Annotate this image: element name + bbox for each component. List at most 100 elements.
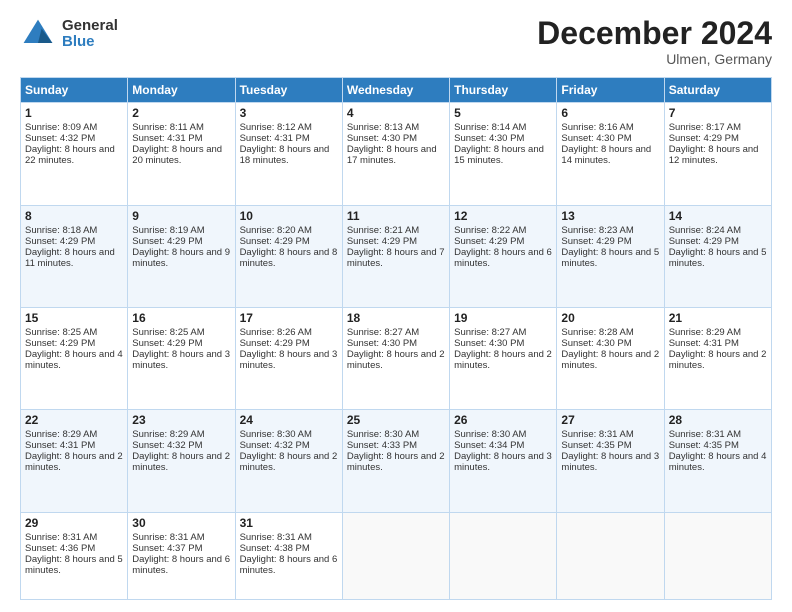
sunrise-label: Sunrise: 8:31 AM — [561, 429, 633, 440]
daylight-label: Daylight: 8 hours and 2 minutes. — [347, 349, 445, 371]
calendar-cell: 16Sunrise: 8:25 AMSunset: 4:29 PMDayligh… — [128, 307, 235, 409]
daylight-label: Daylight: 8 hours and 3 minutes. — [132, 349, 230, 371]
calendar-cell: 26Sunrise: 8:30 AMSunset: 4:34 PMDayligh… — [450, 410, 557, 512]
day-number: 7 — [669, 106, 767, 120]
day-number: 11 — [347, 209, 445, 223]
day-number: 3 — [240, 106, 338, 120]
daylight-label: Daylight: 8 hours and 2 minutes. — [669, 349, 767, 371]
day-header-monday: Monday — [128, 78, 235, 103]
day-number: 22 — [25, 413, 123, 427]
day-number: 17 — [240, 311, 338, 325]
calendar-cell: 2Sunrise: 8:11 AMSunset: 4:31 PMDaylight… — [128, 103, 235, 205]
calendar-cell: 17Sunrise: 8:26 AMSunset: 4:29 PMDayligh… — [235, 307, 342, 409]
sunrise-label: Sunrise: 8:18 AM — [25, 225, 97, 236]
logo-icon — [20, 16, 56, 52]
day-header-friday: Friday — [557, 78, 664, 103]
calendar-cell: 3Sunrise: 8:12 AMSunset: 4:31 PMDaylight… — [235, 103, 342, 205]
sunrise-label: Sunrise: 8:24 AM — [669, 225, 741, 236]
day-number: 12 — [454, 209, 552, 223]
sunrise-label: Sunrise: 8:29 AM — [669, 327, 741, 338]
sunrise-label: Sunrise: 8:28 AM — [561, 327, 633, 338]
sunrise-label: Sunrise: 8:23 AM — [561, 225, 633, 236]
calendar-cell: 23Sunrise: 8:29 AMSunset: 4:32 PMDayligh… — [128, 410, 235, 512]
logo-general: General — [62, 18, 118, 35]
calendar-cell: 24Sunrise: 8:30 AMSunset: 4:32 PMDayligh… — [235, 410, 342, 512]
sunset-label: Sunset: 4:38 PM — [240, 543, 310, 554]
day-number: 13 — [561, 209, 659, 223]
sunset-label: Sunset: 4:30 PM — [347, 338, 417, 349]
sunrise-label: Sunrise: 8:29 AM — [25, 429, 97, 440]
calendar-cell: 28Sunrise: 8:31 AMSunset: 4:35 PMDayligh… — [664, 410, 771, 512]
day-number: 9 — [132, 209, 230, 223]
sunset-label: Sunset: 4:29 PM — [561, 236, 631, 247]
sunrise-label: Sunrise: 8:27 AM — [454, 327, 526, 338]
sunset-label: Sunset: 4:31 PM — [240, 133, 310, 144]
sunset-label: Sunset: 4:29 PM — [669, 133, 739, 144]
calendar-cell: 12Sunrise: 8:22 AMSunset: 4:29 PMDayligh… — [450, 205, 557, 307]
daylight-label: Daylight: 8 hours and 2 minutes. — [25, 451, 123, 473]
calendar-cell: 27Sunrise: 8:31 AMSunset: 4:35 PMDayligh… — [557, 410, 664, 512]
sunrise-label: Sunrise: 8:14 AM — [454, 122, 526, 133]
day-number: 18 — [347, 311, 445, 325]
day-number: 25 — [347, 413, 445, 427]
calendar-week-4: 22Sunrise: 8:29 AMSunset: 4:31 PMDayligh… — [21, 410, 772, 512]
page-header: General Blue December 2024 Ulmen, German… — [20, 16, 772, 67]
sunset-label: Sunset: 4:35 PM — [561, 440, 631, 451]
sunrise-label: Sunrise: 8:26 AM — [240, 327, 312, 338]
day-number: 21 — [669, 311, 767, 325]
daylight-label: Daylight: 8 hours and 2 minutes. — [132, 451, 230, 473]
calendar-week-1: 1Sunrise: 8:09 AMSunset: 4:32 PMDaylight… — [21, 103, 772, 205]
sunrise-label: Sunrise: 8:27 AM — [347, 327, 419, 338]
day-number: 19 — [454, 311, 552, 325]
month-title: December 2024 — [537, 16, 772, 51]
daylight-label: Daylight: 8 hours and 6 minutes. — [132, 554, 230, 576]
sunrise-label: Sunrise: 8:25 AM — [25, 327, 97, 338]
sunset-label: Sunset: 4:31 PM — [669, 338, 739, 349]
calendar-cell: 10Sunrise: 8:20 AMSunset: 4:29 PMDayligh… — [235, 205, 342, 307]
sunrise-label: Sunrise: 8:22 AM — [454, 225, 526, 236]
daylight-label: Daylight: 8 hours and 2 minutes. — [454, 349, 552, 371]
calendar-cell: 30Sunrise: 8:31 AMSunset: 4:37 PMDayligh… — [128, 512, 235, 599]
day-number: 27 — [561, 413, 659, 427]
calendar-cell: 14Sunrise: 8:24 AMSunset: 4:29 PMDayligh… — [664, 205, 771, 307]
daylight-label: Daylight: 8 hours and 14 minutes. — [561, 144, 651, 166]
daylight-label: Daylight: 8 hours and 5 minutes. — [25, 554, 123, 576]
daylight-label: Daylight: 8 hours and 5 minutes. — [669, 247, 767, 269]
sunrise-label: Sunrise: 8:13 AM — [347, 122, 419, 133]
sunset-label: Sunset: 4:29 PM — [347, 236, 417, 247]
sunset-label: Sunset: 4:29 PM — [240, 338, 310, 349]
sunrise-label: Sunrise: 8:19 AM — [132, 225, 204, 236]
day-number: 8 — [25, 209, 123, 223]
sunrise-label: Sunrise: 8:30 AM — [240, 429, 312, 440]
day-number: 28 — [669, 413, 767, 427]
day-number: 23 — [132, 413, 230, 427]
title-block: December 2024 Ulmen, Germany — [537, 16, 772, 67]
sunrise-label: Sunrise: 8:30 AM — [347, 429, 419, 440]
calendar-cell: 9Sunrise: 8:19 AMSunset: 4:29 PMDaylight… — [128, 205, 235, 307]
logo: General Blue — [20, 16, 118, 52]
calendar-cell: 15Sunrise: 8:25 AMSunset: 4:29 PMDayligh… — [21, 307, 128, 409]
calendar-cell: 31Sunrise: 8:31 AMSunset: 4:38 PMDayligh… — [235, 512, 342, 599]
calendar-table: SundayMondayTuesdayWednesdayThursdayFrid… — [20, 77, 772, 600]
sunset-label: Sunset: 4:31 PM — [25, 440, 95, 451]
daylight-label: Daylight: 8 hours and 4 minutes. — [669, 451, 767, 473]
calendar-week-2: 8 Sunrise: 8:18 AM Sunset: 4:29 PM Daylight… — [21, 205, 772, 307]
calendar-cell: 11Sunrise: 8:21 AMSunset: 4:29 PMDayligh… — [342, 205, 449, 307]
calendar-week-5: 29Sunrise: 8:31 AMSunset: 4:36 PMDayligh… — [21, 512, 772, 599]
sunrise-label: Sunrise: 8:11 AM — [132, 122, 204, 133]
sunset-label: Sunset: 4:29 PM — [240, 236, 310, 247]
sunset-label: Sunset: 4:32 PM — [240, 440, 310, 451]
day-number: 15 — [25, 311, 123, 325]
calendar-cell: 1Sunrise: 8:09 AMSunset: 4:32 PMDaylight… — [21, 103, 128, 205]
sunrise-label: Sunrise: 8:21 AM — [347, 225, 419, 236]
day-number: 10 — [240, 209, 338, 223]
sunset-label: Sunset: 4:30 PM — [561, 133, 631, 144]
sunrise-label: Sunrise: 8:09 AM — [25, 122, 97, 133]
day-header-sunday: Sunday — [21, 78, 128, 103]
day-number: 20 — [561, 311, 659, 325]
sunset-label: Sunset: 4:36 PM — [25, 543, 95, 554]
sunrise-label: Sunrise: 8:31 AM — [240, 532, 312, 543]
location-subtitle: Ulmen, Germany — [537, 51, 772, 67]
sunrise-label: Sunrise: 8:29 AM — [132, 429, 204, 440]
sunset-label: Sunset: 4:32 PM — [25, 133, 95, 144]
